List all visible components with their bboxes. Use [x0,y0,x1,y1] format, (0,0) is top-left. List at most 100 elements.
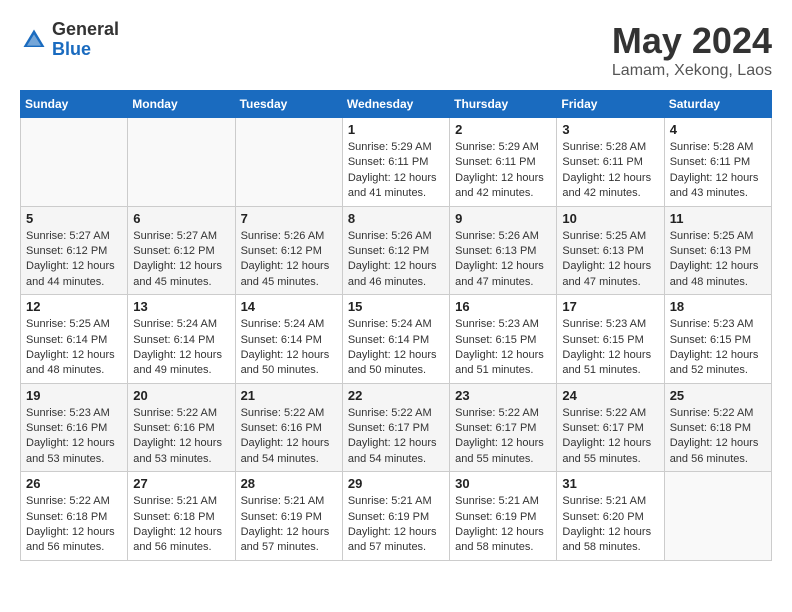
day-number: 29 [348,476,444,491]
calendar-cell: 22 Sunrise: 5:22 AM Sunset: 6:17 PM Dayli… [342,383,449,472]
logo: General Blue [20,20,119,60]
day-info: Sunrise: 5:22 AM Sunset: 6:18 PM Dayligh… [26,494,122,556]
calendar-week-row: 19Sunrise: 5:23 AM Sunset: 6:16 PM Dayli… [21,383,772,472]
day-number: 18 [670,299,766,314]
day-info: Sunrise: 5:24 AM Sunset: 6:14 PM Dayligh… [241,317,337,379]
day-number: 21 [241,388,337,403]
calendar-cell [235,118,342,207]
day-number: 14 [241,299,337,314]
day-info: Sunrise: 5:26 AM Sunset: 6:12 PM Dayligh… [241,229,337,291]
calendar-cell: 5 Sunrise: 5:27 AM Sunset: 6:12 PM Daylig… [21,206,128,295]
day-info: Sunrise: 5:25 AM Sunset: 6:13 PM Dayligh… [562,229,658,291]
day-number: 25 [670,388,766,403]
calendar-cell: 31Sunrise: 5:21 AM Sunset: 6:20 PM Dayli… [557,472,664,561]
calendar-cell: 27 Sunrise: 5:21 AM Sunset: 6:18 PM Dayli… [128,472,235,561]
weekday-header-saturday: Saturday [664,91,771,118]
day-number: 7 [241,211,337,226]
calendar-cell: 16Sunrise: 5:23 AM Sunset: 6:15 PM Dayli… [450,295,557,384]
day-info: Sunrise: 5:26 AM Sunset: 6:13 PM Dayligh… [455,229,551,291]
day-number: 22 [348,388,444,403]
calendar-cell: 28 Sunrise: 5:21 AM Sunset: 6:19 PM Dayli… [235,472,342,561]
day-number: 13 [133,299,229,314]
calendar-week-row: 1 Sunrise: 5:29 AM Sunset: 6:11 PM Daylig… [21,118,772,207]
day-info: Sunrise: 5:23 AM Sunset: 6:15 PM Dayligh… [562,317,658,379]
month-year: May 2024 [612,20,772,62]
calendar-header-row: SundayMondayTuesdayWednesdayThursdayFrid… [21,91,772,118]
day-info: Sunrise: 5:22 AM Sunset: 6:17 PM Dayligh… [348,406,444,468]
location: Lamam, Xekong, Laos [612,62,772,80]
calendar-table: SundayMondayTuesdayWednesdayThursdayFrid… [20,90,772,561]
calendar-cell: 7 Sunrise: 5:26 AM Sunset: 6:12 PM Daylig… [235,206,342,295]
day-info: Sunrise: 5:22 AM Sunset: 6:18 PM Dayligh… [670,406,766,468]
day-info: Sunrise: 5:24 AM Sunset: 6:14 PM Dayligh… [133,317,229,379]
page-header: General Blue May 2024 Lamam, Xekong, Lao… [20,20,772,80]
day-info: Sunrise: 5:27 AM Sunset: 6:12 PM Dayligh… [26,229,122,291]
day-number: 4 [670,122,766,137]
day-number: 1 [348,122,444,137]
calendar-cell: 21 Sunrise: 5:22 AM Sunset: 6:16 PM Dayli… [235,383,342,472]
day-info: Sunrise: 5:21 AM Sunset: 6:19 PM Dayligh… [348,494,444,556]
calendar-cell: 3 Sunrise: 5:28 AM Sunset: 6:11 PM Daylig… [557,118,664,207]
calendar-cell: 20 Sunrise: 5:22 AM Sunset: 6:16 PM Dayli… [128,383,235,472]
calendar-cell: 19Sunrise: 5:23 AM Sunset: 6:16 PM Dayli… [21,383,128,472]
weekday-header-sunday: Sunday [21,91,128,118]
day-info: Sunrise: 5:21 AM Sunset: 6:20 PM Dayligh… [562,494,658,556]
weekday-header-friday: Friday [557,91,664,118]
day-info: Sunrise: 5:28 AM Sunset: 6:11 PM Dayligh… [670,140,766,202]
day-number: 19 [26,388,122,403]
day-info: Sunrise: 5:27 AM Sunset: 6:12 PM Dayligh… [133,229,229,291]
calendar-cell: 14 Sunrise: 5:24 AM Sunset: 6:14 PM Dayli… [235,295,342,384]
day-number: 28 [241,476,337,491]
day-number: 2 [455,122,551,137]
day-info: Sunrise: 5:21 AM Sunset: 6:18 PM Dayligh… [133,494,229,556]
day-info: Sunrise: 5:28 AM Sunset: 6:11 PM Dayligh… [562,140,658,202]
calendar-cell: 17 Sunrise: 5:23 AM Sunset: 6:15 PM Dayli… [557,295,664,384]
calendar-cell: 13 Sunrise: 5:24 AM Sunset: 6:14 PM Dayli… [128,295,235,384]
weekday-header-tuesday: Tuesday [235,91,342,118]
calendar-cell: 24Sunrise: 5:22 AM Sunset: 6:17 PM Dayli… [557,383,664,472]
calendar-cell: 1Sunrise: 5:29 AM Sunset: 6:11 PM Daylig… [342,118,449,207]
day-number: 23 [455,388,551,403]
calendar-cell: 6Sunrise: 5:27 AM Sunset: 6:12 PM Daylig… [128,206,235,295]
day-number: 30 [455,476,551,491]
day-number: 27 [133,476,229,491]
calendar-week-row: 12 Sunrise: 5:25 AM Sunset: 6:14 PM Dayli… [21,295,772,384]
title-block: May 2024 Lamam, Xekong, Laos [612,20,772,80]
day-info: Sunrise: 5:21 AM Sunset: 6:19 PM Dayligh… [455,494,551,556]
day-number: 10 [562,211,658,226]
day-number: 20 [133,388,229,403]
day-info: Sunrise: 5:25 AM Sunset: 6:14 PM Dayligh… [26,317,122,379]
day-number: 26 [26,476,122,491]
calendar-cell: 12 Sunrise: 5:25 AM Sunset: 6:14 PM Dayli… [21,295,128,384]
calendar-cell: 15Sunrise: 5:24 AM Sunset: 6:14 PM Dayli… [342,295,449,384]
day-info: Sunrise: 5:22 AM Sunset: 6:16 PM Dayligh… [133,406,229,468]
day-number: 17 [562,299,658,314]
day-info: Sunrise: 5:29 AM Sunset: 6:11 PM Dayligh… [455,140,551,202]
calendar-cell: 4 Sunrise: 5:28 AM Sunset: 6:11 PM Daylig… [664,118,771,207]
calendar-week-row: 26 Sunrise: 5:22 AM Sunset: 6:18 PM Dayli… [21,472,772,561]
day-info: Sunrise: 5:23 AM Sunset: 6:15 PM Dayligh… [455,317,551,379]
day-number: 12 [26,299,122,314]
day-info: Sunrise: 5:22 AM Sunset: 6:17 PM Dayligh… [455,406,551,468]
day-info: Sunrise: 5:26 AM Sunset: 6:12 PM Dayligh… [348,229,444,291]
calendar-cell: 23 Sunrise: 5:22 AM Sunset: 6:17 PM Dayli… [450,383,557,472]
calendar-week-row: 5 Sunrise: 5:27 AM Sunset: 6:12 PM Daylig… [21,206,772,295]
calendar-cell: 29 Sunrise: 5:21 AM Sunset: 6:19 PM Dayli… [342,472,449,561]
day-number: 3 [562,122,658,137]
logo-blue: Blue [52,40,119,60]
weekday-header-monday: Monday [128,91,235,118]
day-info: Sunrise: 5:22 AM Sunset: 6:16 PM Dayligh… [241,406,337,468]
day-number: 11 [670,211,766,226]
weekday-header-thursday: Thursday [450,91,557,118]
day-info: Sunrise: 5:23 AM Sunset: 6:15 PM Dayligh… [670,317,766,379]
calendar-cell: 18 Sunrise: 5:23 AM Sunset: 6:15 PM Dayli… [664,295,771,384]
weekday-header-wednesday: Wednesday [342,91,449,118]
day-number: 15 [348,299,444,314]
calendar-cell: 30 Sunrise: 5:21 AM Sunset: 6:19 PM Dayli… [450,472,557,561]
day-info: Sunrise: 5:25 AM Sunset: 6:13 PM Dayligh… [670,229,766,291]
day-info: Sunrise: 5:21 AM Sunset: 6:19 PM Dayligh… [241,494,337,556]
day-number: 24 [562,388,658,403]
calendar-cell [664,472,771,561]
calendar-cell: 8Sunrise: 5:26 AM Sunset: 6:12 PM Daylig… [342,206,449,295]
day-number: 5 [26,211,122,226]
